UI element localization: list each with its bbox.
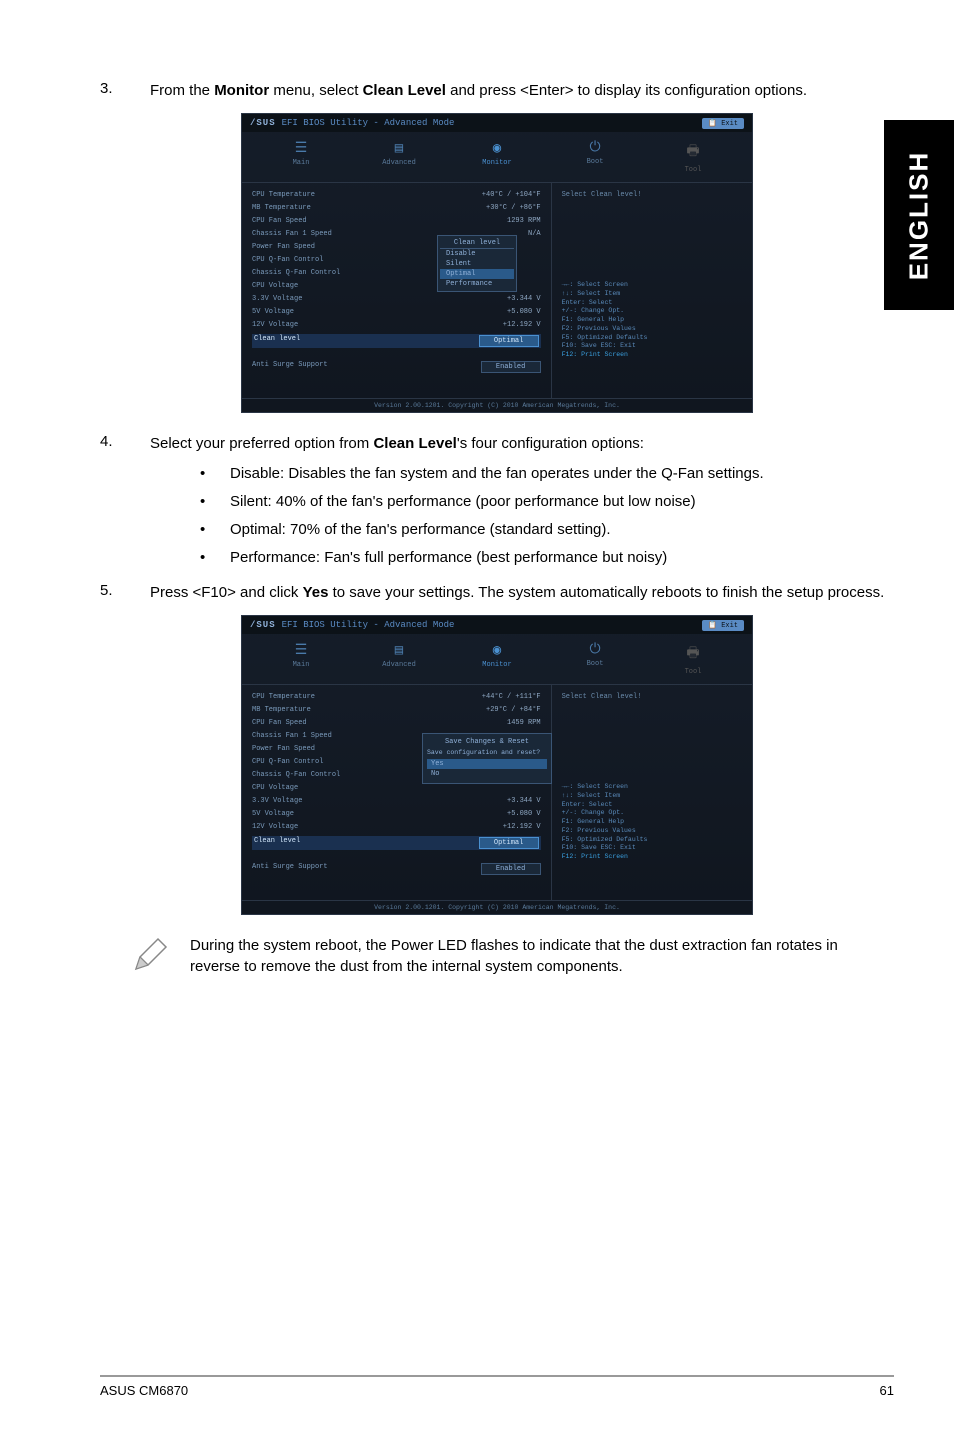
bios-footer: Version 2.00.1201. Copyright (C) 2010 Am…	[242, 398, 752, 412]
footer-model: ASUS CM6870	[100, 1383, 188, 1398]
tab-advanced[interactable]: ▤Advanced	[350, 132, 448, 182]
step-number: 3.	[100, 80, 150, 101]
clean-level-select[interactable]: Optimal	[479, 837, 539, 849]
dialog-yes[interactable]: Yes	[427, 759, 547, 769]
bullet-list: •Disable: Disables the fan system and th…	[190, 462, 894, 570]
tool-icon: 🖶	[648, 642, 738, 666]
footer-page-number: 61	[880, 1383, 894, 1398]
dropdown-opt-disable[interactable]: Disable	[440, 249, 514, 259]
note: During the system reboot, the Power LED …	[130, 935, 864, 980]
step-number: 4.	[100, 433, 150, 454]
exit-button[interactable]: 📋 Exit	[702, 620, 744, 631]
clean-level-dropdown[interactable]: Clean level Disable Silent Optimal Perfo…	[437, 235, 517, 292]
chip-icon: ▤	[354, 140, 444, 157]
tab-tool[interactable]: 🖶Tool	[644, 132, 742, 182]
tab-main[interactable]: ☰Main	[252, 132, 350, 182]
step-5: 5. Press <F10> and click Yes to save you…	[100, 582, 894, 603]
step-3: 3. From the Monitor menu, select Clean L…	[100, 80, 894, 101]
list-icon: ☰	[256, 642, 346, 659]
tab-monitor[interactable]: ◉Monitor	[448, 634, 546, 684]
chip-icon: ▤	[354, 642, 444, 659]
monitor-icon: ◉	[452, 642, 542, 659]
bios-tabs: ☰Main ▤Advanced ◉Monitor ⏻Boot 🖶Tool	[242, 634, 752, 685]
anti-surge-select[interactable]: Enabled	[481, 863, 541, 875]
bios-settings-list: CPU Temperature+44°C / +111°F MB Tempera…	[242, 685, 551, 900]
save-dialog: Save Changes & Reset Save configuration …	[422, 733, 552, 784]
exit-button[interactable]: 📋 Exit	[702, 118, 744, 129]
bios-title: EFI BIOS Utility - Advanced Mode	[282, 620, 455, 630]
asus-logo: /SUS	[250, 118, 276, 128]
monitor-icon: ◉	[452, 140, 542, 157]
dropdown-opt-optimal[interactable]: Optimal	[440, 269, 514, 279]
step-text: From the Monitor menu, select Clean Leve…	[150, 80, 807, 101]
pencil-icon	[130, 935, 190, 980]
tab-boot[interactable]: ⏻Boot	[546, 132, 644, 182]
help-text: Select Clean level!	[562, 191, 742, 199]
step-text: Select your preferred option from Clean …	[150, 433, 644, 454]
bios-screenshot-2: /SUS EFI BIOS Utility - Advanced Mode 📋 …	[241, 615, 753, 915]
list-icon: ☰	[256, 140, 346, 157]
tab-tool[interactable]: 🖶Tool	[644, 634, 742, 684]
bios-tabs: ☰Main ▤Advanced ◉Monitor ⏻Boot 🖶Tool	[242, 132, 752, 183]
power-icon: ⏻	[550, 642, 640, 658]
tab-main[interactable]: ☰Main	[252, 634, 350, 684]
clean-level-select[interactable]: Optimal	[479, 335, 539, 347]
help-text: Select Clean level!	[562, 693, 742, 701]
dialog-no[interactable]: No	[427, 769, 547, 779]
asus-logo: /SUS	[250, 620, 276, 630]
dropdown-opt-silent[interactable]: Silent	[440, 259, 514, 269]
step-number: 5.	[100, 582, 150, 603]
help-keys: →←: Select Screen ↑↓: Select Item Enter:…	[562, 783, 742, 862]
tab-monitor[interactable]: ◉Monitor	[448, 132, 546, 182]
language-tab: ENGLISH	[884, 120, 954, 310]
note-text: During the system reboot, the Power LED …	[190, 935, 864, 977]
step-4: 4. Select your preferred option from Cle…	[100, 433, 894, 454]
tab-boot[interactable]: ⏻Boot	[546, 634, 644, 684]
tool-icon: 🖶	[648, 140, 738, 164]
bios-settings-list: CPU Temperature+40°C / +104°F MB Tempera…	[242, 183, 551, 398]
page-footer: ASUS CM6870 61	[100, 1375, 894, 1398]
bios-title: EFI BIOS Utility - Advanced Mode	[282, 118, 455, 128]
dropdown-opt-performance[interactable]: Performance	[440, 279, 514, 289]
anti-surge-select[interactable]: Enabled	[481, 361, 541, 373]
tab-advanced[interactable]: ▤Advanced	[350, 634, 448, 684]
step-text: Press <F10> and click Yes to save your s…	[150, 582, 884, 603]
bios-screenshot-1: /SUS EFI BIOS Utility - Advanced Mode 📋 …	[241, 113, 753, 413]
bios-footer: Version 2.00.1201. Copyright (C) 2010 Am…	[242, 900, 752, 914]
help-keys: →←: Select Screen ↑↓: Select Item Enter:…	[562, 281, 742, 360]
power-icon: ⏻	[550, 140, 640, 156]
